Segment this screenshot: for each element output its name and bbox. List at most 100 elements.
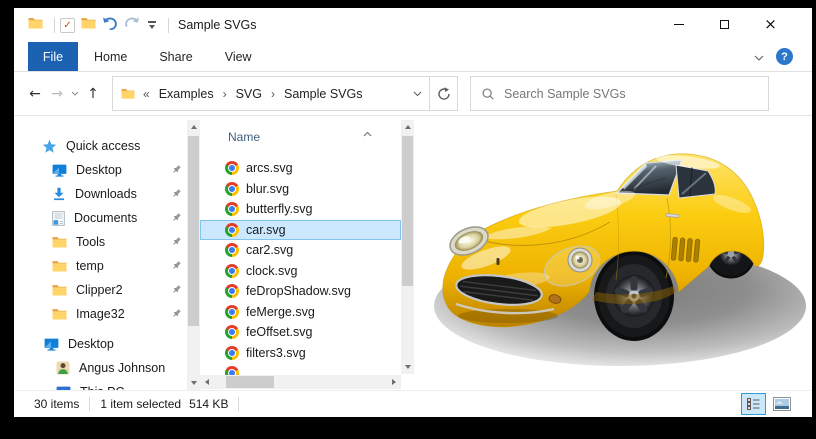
maximize-button[interactable] [702, 8, 747, 41]
sidebar-item-label: Downloads [75, 187, 137, 201]
sidebar-item-label: Documents [74, 211, 137, 225]
forward-button[interactable]: → [46, 82, 68, 106]
file-row[interactable]: feMerge.svg [200, 302, 401, 323]
file-row[interactable]: clock.svg [200, 261, 401, 282]
scroll-down-arrow[interactable] [401, 360, 414, 374]
scroll-down-arrow[interactable] [187, 376, 200, 390]
address-dropdown-chevron-icon[interactable] [405, 91, 429, 97]
undo-icon[interactable] [102, 16, 118, 35]
scroll-up-arrow[interactable] [187, 120, 200, 134]
sidebar-item-image32[interactable]: Image32 [14, 302, 200, 326]
thumbnails-view-button[interactable] [769, 393, 794, 415]
sidebar-item-label: Desktop [68, 337, 114, 351]
sidebar-scrollbar[interactable] [187, 120, 200, 390]
properties-button[interactable]: ✓ [60, 18, 75, 33]
sidebar-item-label: temp [76, 259, 104, 273]
file-list-scrollbar[interactable] [401, 120, 414, 374]
file-name: arcs.svg [246, 161, 293, 175]
user-icon [56, 361, 70, 375]
preview-pane [414, 116, 812, 390]
new-folder-button[interactable] [81, 16, 96, 34]
sidebar-item-desktop[interactable]: Desktop [14, 158, 200, 182]
ribbon-collapse-chevron-icon[interactable] [754, 48, 764, 66]
tab-share[interactable]: Share [143, 42, 208, 71]
tab-view[interactable]: View [209, 42, 268, 71]
file-row[interactable]: feOffset.svg [200, 322, 401, 343]
sidebar-item-temp[interactable]: temp [14, 254, 200, 278]
file-row-selected[interactable]: car.svg [200, 220, 401, 241]
breadcrumb-truncate[interactable]: « [143, 87, 150, 101]
close-button[interactable]: × [748, 8, 793, 41]
horizontal-scrollbar[interactable] [200, 375, 401, 389]
scrollbar-thumb[interactable] [188, 136, 199, 326]
file-row[interactable]: butterfly.svg [200, 199, 401, 220]
folder-icon [52, 284, 67, 296]
sidebar-item-downloads[interactable]: Downloads [14, 182, 200, 206]
file-name: clock.svg [246, 264, 297, 278]
statusbar: 30 items 1 item selected 514 KB [14, 390, 812, 417]
sidebar-item-angus-johnson[interactable]: Angus Johnson [14, 356, 200, 380]
sidebar-item-clipper2[interactable]: Clipper2 [14, 278, 200, 302]
customize-qat-dropdown[interactable] [146, 21, 157, 28]
details-view-button[interactable] [741, 393, 766, 415]
breadcrumb-segment[interactable]: SVG [236, 87, 262, 101]
file-name: car.svg [246, 223, 286, 237]
chrome-browser-icon [225, 284, 239, 298]
sidebar-item-tools[interactable]: Tools [14, 230, 200, 254]
tab-file[interactable]: File [28, 42, 78, 71]
maximize-icon [720, 20, 729, 29]
sidebar-item-this-pc[interactable]: This PC [14, 380, 200, 390]
sort-ascending-icon[interactable] [363, 124, 372, 142]
divider [54, 18, 55, 33]
scrollbar-thumb[interactable] [226, 376, 274, 388]
breadcrumb-segment[interactable]: Sample SVGs [284, 87, 363, 101]
file-row[interactable]: car2.svg [200, 240, 401, 261]
ribbon-tab-bar: File Home Share View ? [14, 42, 812, 72]
scroll-up-arrow[interactable] [401, 120, 414, 134]
chrome-browser-icon [225, 305, 239, 319]
close-icon: × [764, 17, 777, 32]
recent-locations-chevron-icon[interactable] [68, 82, 82, 106]
up-button[interactable]: ↑ [82, 82, 104, 106]
file-row[interactable]: arcs.svg [200, 158, 401, 179]
download-arrow-icon [52, 187, 66, 201]
chrome-browser-icon [225, 161, 239, 175]
scrollbar-thumb[interactable] [402, 136, 413, 286]
tab-home[interactable]: Home [78, 42, 143, 71]
file-row[interactable]: feDropShadow.svg [200, 281, 401, 302]
search-input[interactable] [504, 87, 760, 101]
scroll-right-arrow[interactable] [387, 375, 401, 389]
file-row[interactable]: blur.svg [200, 179, 401, 200]
folder-icon [52, 236, 67, 248]
file-list-pane: Name arcs.svg blur.svg butterfly.svg car… [200, 116, 414, 390]
window-title: Sample SVGs [178, 18, 257, 32]
chrome-browser-icon [225, 346, 239, 360]
sidebar-item-quick-access[interactable]: Quick access [14, 134, 200, 158]
file-name: blur.svg [246, 182, 289, 196]
minimize-button[interactable] [656, 8, 701, 41]
divider [89, 397, 90, 411]
file-row-partial[interactable] [200, 363, 401, 375]
back-button[interactable]: ← [24, 82, 46, 106]
file-name: feMerge.svg [246, 305, 315, 319]
explorer-window: ✓ Sample SVGs × File Home Share View [14, 8, 812, 417]
scroll-left-arrow[interactable] [200, 375, 214, 389]
pin-icon [171, 284, 182, 298]
pin-icon [171, 164, 182, 178]
help-button[interactable]: ? [776, 48, 793, 65]
search-box[interactable] [470, 76, 769, 111]
file-row[interactable]: filters3.svg [200, 343, 401, 364]
divider [168, 18, 169, 33]
refresh-icon [437, 87, 451, 101]
refresh-button[interactable] [430, 76, 458, 111]
thumbnails-view-icon [773, 397, 791, 411]
sidebar-item-label: Desktop [76, 163, 122, 177]
selection-count: 1 item selected [100, 397, 181, 411]
address-bar[interactable]: « Examples › SVG › Sample SVGs [112, 76, 430, 111]
redo-icon[interactable] [124, 16, 140, 35]
sidebar-item-desktop-root[interactable]: Desktop [14, 332, 200, 356]
breadcrumb-segment[interactable]: Examples [159, 87, 214, 101]
sidebar-item-documents[interactable]: Documents [14, 206, 200, 230]
column-header-name[interactable]: Name [228, 130, 414, 144]
monitor-icon [44, 338, 59, 351]
